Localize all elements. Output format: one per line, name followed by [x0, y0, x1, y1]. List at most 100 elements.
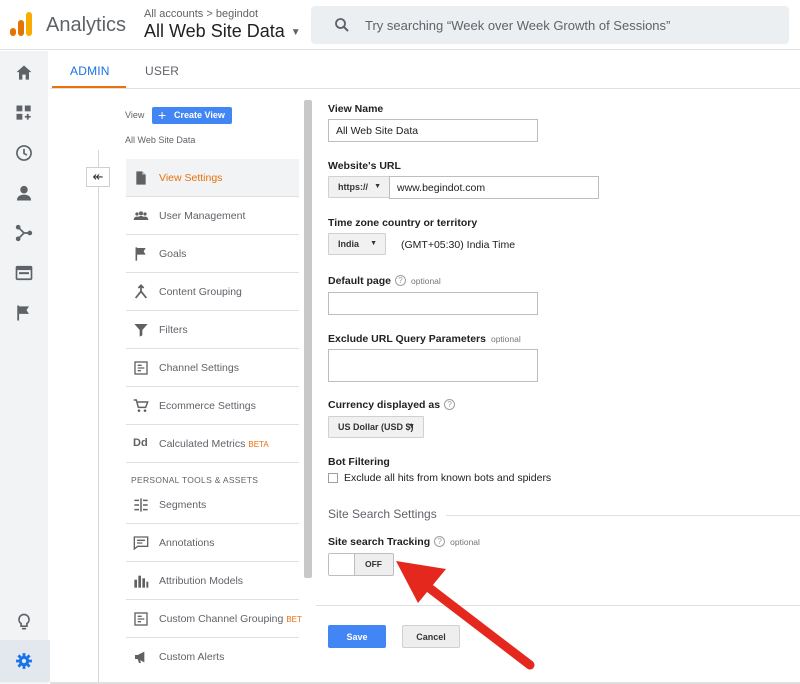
menu-item-custom-channel-grouping[interactable]: Custom Channel Grouping BET — [126, 600, 302, 638]
form-footer-divider — [316, 605, 800, 606]
currency-dropdown[interactable]: US Dollar (USD $) ▼ — [328, 416, 424, 438]
create-view-label: Create View — [174, 110, 225, 120]
channel-icon — [134, 361, 148, 375]
property-selector[interactable]: All Web Site Data ▼ — [144, 21, 301, 42]
bot-filtering-label: Bot Filtering — [328, 456, 390, 468]
logo-bar-medium — [18, 20, 24, 36]
tab-admin[interactable]: ADMIN — [70, 64, 110, 78]
section-divider — [446, 515, 800, 516]
customization-icon[interactable] — [14, 103, 34, 123]
attribution-icon — [134, 575, 149, 588]
people-icon — [133, 211, 149, 220]
protocol-dropdown[interactable]: https:// ▼ — [328, 176, 390, 198]
document-icon — [136, 171, 146, 185]
property-name: All Web Site Data — [144, 21, 285, 41]
menu-item-user-management[interactable]: User Management — [126, 197, 299, 235]
create-view-button[interactable]: + Create View — [152, 107, 232, 124]
beta-badge: BET — [286, 615, 302, 624]
menu-item-channel-settings[interactable]: Channel Settings — [126, 349, 299, 387]
search-input[interactable] — [365, 15, 775, 35]
menu-label: Custom Alerts — [159, 651, 225, 663]
view-selector[interactable]: All Web Site Data — [125, 135, 195, 145]
menu-item-view-settings[interactable]: View Settings — [126, 159, 299, 197]
analytics-logo[interactable] — [10, 12, 32, 36]
bot-filter-checkbox-label[interactable]: Exclude all hits from known bots and spi… — [344, 472, 551, 484]
account-breadcrumb[interactable]: All accounts > begindot — [144, 8, 258, 20]
menu-item-ecommerce-settings[interactable]: Ecommerce Settings — [126, 387, 299, 425]
discover-icon[interactable] — [14, 612, 34, 632]
menu-item-annotations[interactable]: Annotations — [126, 524, 299, 562]
default-page-input[interactable] — [328, 292, 538, 315]
hierarchy-line — [98, 150, 99, 684]
help-icon[interactable]: ? — [434, 536, 446, 547]
country-dropdown[interactable]: India ▼ — [328, 233, 386, 255]
menu-label: Ecommerce Settings — [159, 400, 256, 412]
chevron-down-icon: ▼ — [408, 423, 415, 430]
menu-label: View Settings — [159, 172, 223, 184]
website-url-label: Website's URL — [328, 160, 401, 172]
default-page-label: Default page? optional — [328, 275, 441, 287]
app-name: Analytics — [46, 14, 127, 36]
timezone-label: Time zone country or territory — [328, 217, 478, 229]
cart-icon — [133, 399, 149, 412]
save-button[interactable]: Save — [328, 625, 386, 648]
menu-item-attribution-models[interactable]: Attribution Models — [126, 562, 299, 600]
menu-label: Goals — [159, 248, 187, 260]
site-search-tracking-label: Site search Tracking? optional — [328, 536, 480, 548]
megaphone-icon — [135, 651, 145, 663]
behavior-icon[interactable] — [14, 263, 34, 283]
help-icon[interactable]: ? — [444, 399, 456, 410]
dd-icon: Dd — [133, 437, 148, 449]
content-grouping-icon — [134, 284, 148, 299]
flag-icon — [135, 247, 146, 261]
acquisition-icon[interactable] — [14, 223, 34, 243]
optional-hint: optional — [411, 276, 441, 286]
view-column-label: View — [125, 110, 145, 120]
menu-item-filters[interactable]: Filters — [126, 311, 299, 349]
realtime-icon[interactable] — [14, 143, 34, 163]
menu-scrollbar[interactable] — [304, 100, 312, 578]
collapse-back-button[interactable]: ↞ — [86, 167, 110, 187]
exclude-params-textarea[interactable] — [328, 349, 538, 382]
menu-item-goals[interactable]: Goals — [126, 235, 299, 273]
site-search-tracking-label-text: Site search Tracking — [328, 536, 431, 548]
tab-user[interactable]: USER — [145, 64, 179, 78]
menu-label-wrapper: Custom Channel Grouping BET — [159, 613, 302, 625]
menu-item-content-grouping[interactable]: Content Grouping — [126, 273, 299, 311]
audience-icon[interactable] — [14, 183, 34, 203]
menu-label: Segments — [159, 499, 207, 511]
menu-label-wrapper: Calculated Metrics BETA — [159, 438, 269, 450]
help-icon[interactable]: ? — [395, 275, 407, 286]
segments-icon — [134, 498, 148, 512]
exclude-params-label: Exclude URL Query Parameters optional — [328, 333, 521, 345]
menu-label: User Management — [159, 210, 246, 222]
chevron-down-icon: ▼ — [374, 183, 381, 190]
bot-filter-checkbox[interactable] — [328, 473, 338, 483]
toggle-state: OFF — [365, 559, 382, 569]
menu-item-custom-alerts[interactable]: Custom Alerts — [126, 638, 299, 676]
menu-item-calculated-metrics[interactable]: Dd Calculated Metrics BETA — [126, 425, 299, 463]
annotations-icon — [133, 536, 149, 551]
optional-hint: optional — [490, 334, 521, 344]
search-icon — [335, 18, 349, 32]
home-icon[interactable] — [14, 63, 34, 83]
conversions-icon[interactable] — [14, 303, 34, 323]
site-search-toggle[interactable]: OFF — [328, 553, 394, 576]
website-url-input[interactable] — [389, 176, 599, 199]
channel-icon — [134, 612, 148, 626]
timezone-value[interactable]: (GMT+05:30) India Time — [401, 239, 515, 251]
chevron-down-icon: ▼ — [370, 240, 377, 247]
beta-badge: BETA — [248, 440, 269, 449]
default-page-label-text: Default page — [328, 275, 392, 287]
view-name-label: View Name — [328, 103, 384, 115]
annotation-arrow — [396, 561, 535, 670]
menu-label: Filters — [159, 324, 188, 336]
filter-icon — [134, 324, 148, 337]
view-name-input[interactable] — [328, 119, 538, 142]
admin-gear-icon[interactable] — [14, 651, 34, 671]
menu-item-segments[interactable]: Segments — [126, 486, 299, 524]
search-bar[interactable] — [311, 6, 789, 44]
currency-value: US Dollar (USD $) — [338, 422, 414, 432]
optional-hint: optional — [450, 537, 480, 547]
plus-icon: + — [158, 107, 167, 123]
